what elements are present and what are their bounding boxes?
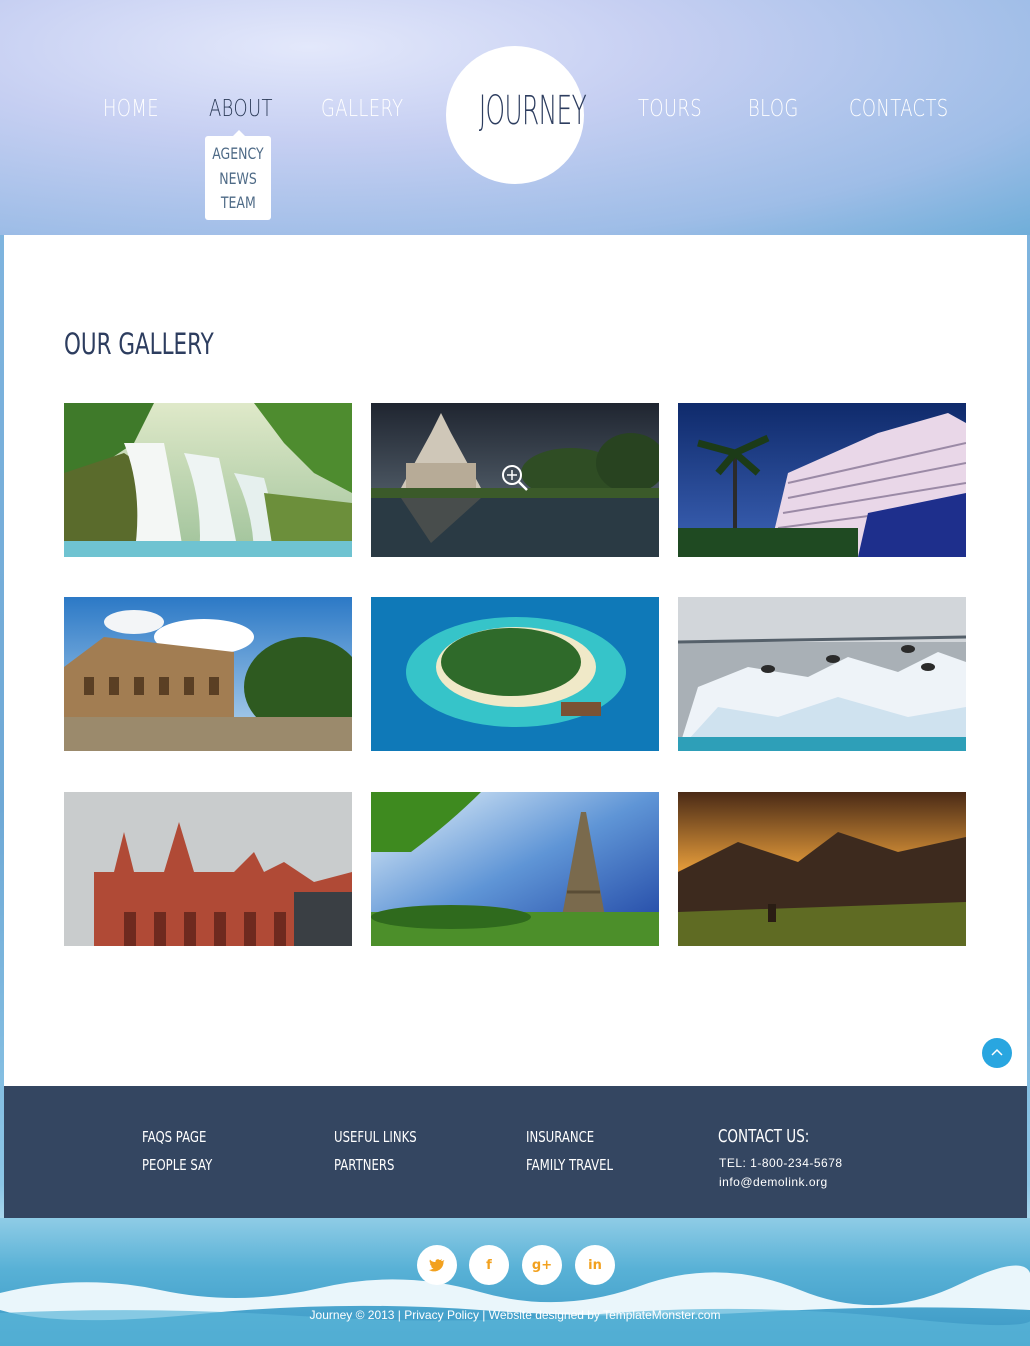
footer-link-family-travel[interactable]: FAMILY TRAVEL [526, 1156, 613, 1174]
logo[interactable]: JOURNEY [446, 46, 587, 184]
copyright-year: © 2013 | [355, 1308, 401, 1322]
header: HOME ABOUT GALLERY AGENCY NEWS TEAM JOUR… [0, 0, 1030, 235]
footer-link-useful-links[interactable]: USEFUL LINKS [334, 1128, 417, 1146]
copyright-brand: Journey [309, 1308, 353, 1322]
bottom-background [0, 1218, 1030, 1346]
gallery-image-eiffel[interactable] [371, 792, 659, 946]
about-submenu: AGENCY NEWS TEAM [205, 130, 271, 220]
copyright: Journey © 2013 | Privacy Policy | Websit… [0, 1308, 1030, 1322]
footer-link-people-say[interactable]: PEOPLE SAY [142, 1156, 212, 1174]
submenu-news[interactable]: NEWS [205, 169, 271, 188]
linkedin-button[interactable]: in [575, 1245, 615, 1285]
gallery-image-temple[interactable] [371, 403, 659, 557]
chevron-up-icon [991, 1048, 1003, 1056]
google-plus-button[interactable]: g+ [522, 1245, 562, 1285]
gallery-image-mountains[interactable] [678, 792, 966, 946]
gallery-image-icebergs[interactable] [678, 597, 966, 751]
designed-by-text: | Website designed by [482, 1308, 600, 1322]
gallery-image-brick-bridge[interactable] [64, 792, 352, 946]
nav-tours[interactable]: TOURS [638, 96, 702, 128]
contact-heading: CONTACT US: [718, 1126, 810, 1147]
gallery-image-colosseum[interactable] [64, 597, 352, 751]
footer-link-partners[interactable]: PARTNERS [334, 1156, 394, 1174]
submenu-agency[interactable]: AGENCY [205, 144, 271, 163]
contact-phone: TEL: 1-800-234-5678 [719, 1156, 843, 1170]
twitter-button[interactable] [417, 1245, 457, 1285]
nav-home[interactable]: HOME [103, 96, 159, 128]
nav-contacts[interactable]: CONTACTS [849, 96, 949, 128]
footer-link-insurance[interactable]: INSURANCE [526, 1128, 594, 1146]
nav-about[interactable]: ABOUT [209, 96, 273, 128]
contact-email[interactable]: info@demolink.org [719, 1175, 828, 1189]
page-title: OUR GALLERY [64, 327, 214, 361]
gallery-image-waterfall[interactable] [64, 403, 352, 557]
logo-text: JOURNEY [478, 88, 587, 134]
twitter-icon [429, 1259, 445, 1272]
main-content: OUR GALLERY [4, 235, 1027, 1086]
privacy-policy-link[interactable]: Privacy Policy [404, 1308, 479, 1322]
nav-gallery[interactable]: GALLERY [321, 96, 404, 128]
gallery-image-island[interactable] [371, 597, 659, 751]
submenu-team[interactable]: TEAM [205, 193, 271, 212]
linkedin-icon: in [588, 1257, 602, 1273]
scroll-to-top-button[interactable] [982, 1038, 1012, 1068]
google-plus-icon: g+ [531, 1257, 553, 1273]
facebook-button[interactable]: f [469, 1245, 509, 1285]
nav-blog[interactable]: BLOG [748, 96, 799, 128]
designer-link[interactable]: TemplateMonster.com [603, 1308, 720, 1322]
zoom-icon[interactable] [501, 464, 529, 492]
gallery-image-hotel[interactable] [678, 403, 966, 557]
facebook-icon: f [486, 1257, 492, 1273]
footer-link-faqs[interactable]: FAQS PAGE [142, 1128, 206, 1146]
footer: FAQS PAGE PEOPLE SAY USEFUL LINKS PARTNE… [4, 1086, 1027, 1218]
